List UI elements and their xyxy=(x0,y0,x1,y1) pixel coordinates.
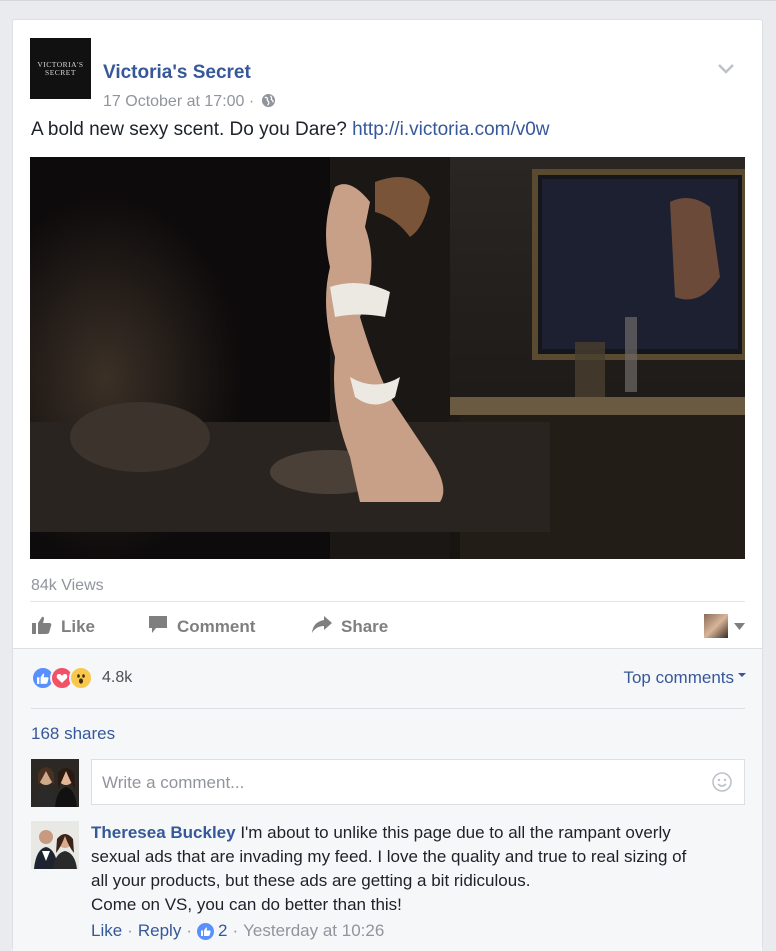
view-count: 84k Views xyxy=(31,577,104,594)
post-meta: 17 October at 17:00 · xyxy=(103,93,276,113)
comment-input[interactable]: Write a comment... xyxy=(91,759,745,805)
post-timestamp[interactable]: 17 October at 17:00 xyxy=(103,93,244,110)
top-divider xyxy=(0,0,776,1)
globe-icon[interactable] xyxy=(261,93,276,113)
caret-down-icon xyxy=(738,672,746,677)
post-as-selector[interactable] xyxy=(704,614,745,638)
share-arrow-icon xyxy=(312,616,341,638)
share-button[interactable]: Share xyxy=(312,610,388,644)
comment-first-line: Theresea Buckley I'm about to unlike thi… xyxy=(91,821,741,845)
comment-text-line: Come on VS, you can do better than this! xyxy=(91,895,402,914)
comment-button[interactable]: Comment xyxy=(148,610,255,644)
divider xyxy=(31,708,745,709)
post-video[interactable] xyxy=(30,157,745,559)
top-comments-dropdown[interactable]: Top comments xyxy=(623,668,746,688)
commenter-avatar[interactable] xyxy=(31,821,79,869)
separator-dot: · xyxy=(186,921,192,940)
post-caption: A bold new sexy scent. Do you Dare? xyxy=(31,119,347,140)
composer-avatar[interactable] xyxy=(31,759,79,807)
reaction-summary[interactable]: 4.8k xyxy=(31,666,132,690)
comment-timestamp[interactable]: Yesterday at 10:26 xyxy=(243,921,384,941)
page-logo[interactable]: VICTORIA'S SECRET xyxy=(30,38,91,99)
page-name-link[interactable]: Victoria's Secret xyxy=(103,62,251,84)
comment-text-line: sexual ads that are invading my feed. I … xyxy=(91,847,687,866)
viewer-avatar xyxy=(704,614,728,638)
top-comments-label: Top comments xyxy=(623,668,734,687)
separator-dot: · xyxy=(127,921,133,940)
divider xyxy=(30,601,745,602)
meta-separator: · xyxy=(248,93,255,110)
separator-dot: · xyxy=(232,921,239,940)
reaction-count: 4.8k xyxy=(102,669,133,686)
speech-bubble-icon xyxy=(148,615,177,639)
logo-text-line2: SECRET xyxy=(45,67,76,77)
thumbs-up-icon xyxy=(197,922,214,940)
comment-placeholder: Write a comment... xyxy=(102,773,245,792)
video-frame-image xyxy=(30,157,745,559)
chevron-down-icon[interactable] xyxy=(718,61,734,79)
caret-down-icon xyxy=(734,617,745,635)
comment-body: Theresea Buckley I'm about to unlike thi… xyxy=(91,821,741,917)
post-actions-bar: Like Comment Share xyxy=(30,610,745,644)
comment-reply-link[interactable]: Reply xyxy=(138,921,181,941)
comment-like-link[interactable]: Like xyxy=(91,921,122,941)
thumbs-up-icon xyxy=(32,616,61,639)
comment-text-line: I'm about to unlike this page due to all… xyxy=(240,823,671,842)
share-label: Share xyxy=(341,617,389,636)
comments-section: 4.8k Top comments 168 shares Write a com… xyxy=(13,648,762,951)
comment-actions: Like · Reply · 2 · Yesterday at 10:26 xyxy=(91,921,384,941)
post-header: VICTORIA'S SECRET Victoria's Secret 17 O… xyxy=(30,38,750,110)
post-link[interactable]: http://i.victoria.com/v0w xyxy=(352,119,549,140)
comment-like-count[interactable]: 2 xyxy=(218,921,227,941)
post-text: A bold new sexy scent. Do you Dare? http… xyxy=(31,119,550,141)
post-card: VICTORIA'S SECRET Victoria's Secret 17 O… xyxy=(12,19,763,951)
like-button[interactable]: Like xyxy=(32,610,95,644)
shares-count-link[interactable]: 168 shares xyxy=(31,724,115,744)
wow-reaction-icon xyxy=(69,666,93,690)
comment-author-link[interactable]: Theresea Buckley xyxy=(91,823,236,842)
comment-text-line: all your products, but these ads are get… xyxy=(91,871,531,890)
like-label: Like xyxy=(61,617,96,636)
comment-label: Comment xyxy=(177,617,256,636)
smiley-icon[interactable] xyxy=(712,772,732,797)
